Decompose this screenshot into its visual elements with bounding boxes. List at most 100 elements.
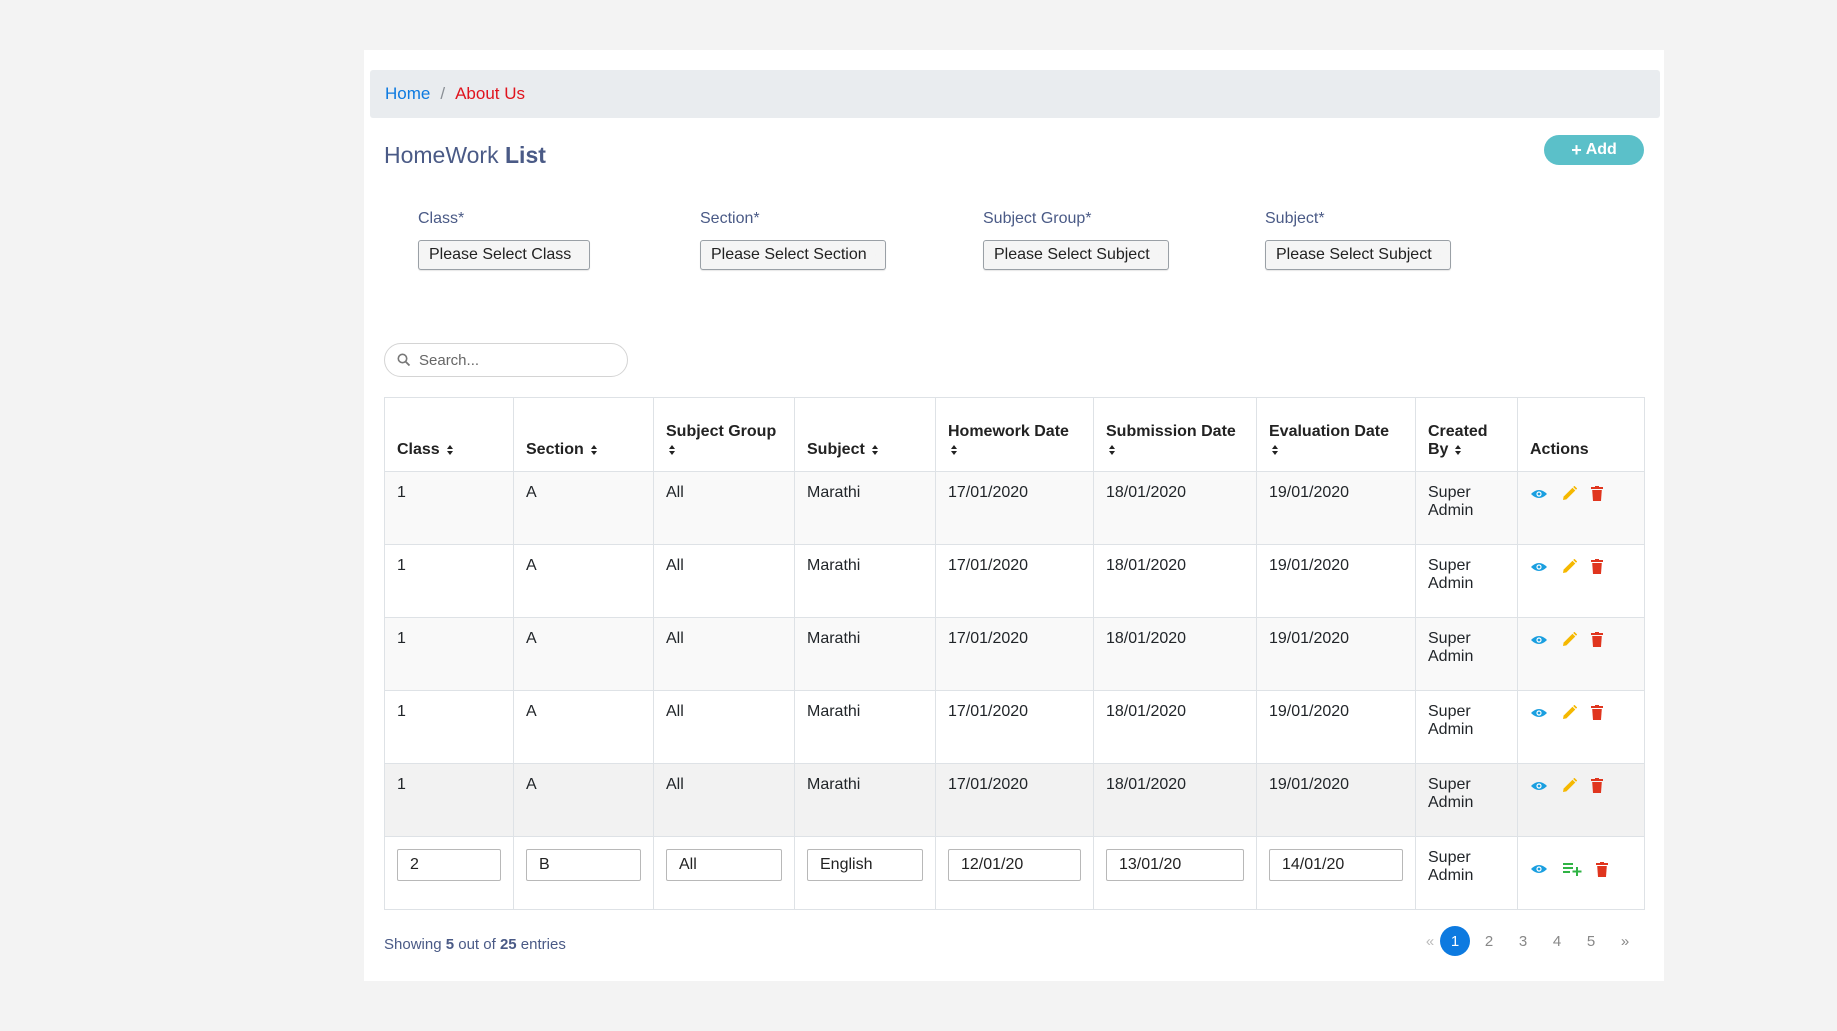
class-input[interactable] <box>397 849 501 881</box>
subject-select[interactable]: Please Select Subject <box>1265 240 1451 270</box>
cell-section: A <box>513 471 654 545</box>
sort-icon <box>871 444 878 455</box>
subject-group-select-value: Please Select Subject <box>994 246 1150 263</box>
table-row: 1 A All Marathi 17/01/2020 18/01/2020 19/01/20… <box>384 617 1645 691</box>
trash-icon[interactable] <box>1591 632 1603 647</box>
sort-icon <box>669 444 675 455</box>
table-row: 1 A All Marathi 17/01/2020 18/01/2020 19/01/20… <box>384 690 1645 764</box>
sort-icon <box>1272 444 1278 455</box>
section-select[interactable]: Please Select Section <box>700 240 886 270</box>
subject-select-value: Please Select Subject <box>1276 246 1432 263</box>
eye-icon[interactable] <box>1530 488 1548 500</box>
subject-group-select[interactable]: Please Select Subject <box>983 240 1169 270</box>
filter-class: Class* Please Select Class <box>418 210 590 270</box>
section-select-value: Please Select Section <box>711 246 867 263</box>
filter-subject-label: Subject* <box>1265 210 1325 227</box>
pagination-next[interactable]: » <box>1610 926 1640 956</box>
cell-subject: Marathi <box>794 471 936 545</box>
breadcrumb-home-link[interactable]: Home <box>385 84 430 104</box>
column-header-evaluation-date[interactable]: Evaluation Date <box>1256 397 1416 472</box>
subject-group-input[interactable] <box>666 849 782 881</box>
pagination-page-1[interactable]: 1 <box>1440 926 1470 956</box>
eye-icon[interactable] <box>1530 707 1548 719</box>
cell-evaluation-date <box>1256 836 1416 910</box>
add-button[interactable]: + Add <box>1544 135 1644 165</box>
column-header-subject[interactable]: Subject <box>794 397 936 472</box>
pagination-page-4[interactable]: 4 <box>1542 926 1572 956</box>
cell-section: A <box>513 544 654 618</box>
cell-homework-date: 17/01/2020 <box>935 471 1094 545</box>
sort-icon <box>1455 444 1462 455</box>
breadcrumb-current: About Us <box>455 84 526 103</box>
trash-icon[interactable] <box>1591 705 1603 720</box>
pagination-page-2[interactable]: 2 <box>1474 926 1504 956</box>
page-title: HomeWork List <box>384 142 546 169</box>
trash-icon[interactable] <box>1591 559 1603 574</box>
cell-class: 1 <box>384 544 514 618</box>
class-select-value: Please Select Class <box>429 246 572 263</box>
trash-icon[interactable] <box>1596 861 1608 877</box>
column-header-label: Subject Group <box>666 423 777 440</box>
column-header-label: Subject <box>807 441 865 458</box>
sort-icon <box>590 444 597 455</box>
cell-homework-date: 17/01/2020 <box>935 544 1094 618</box>
cell-submission-date: 18/01/2020 <box>1093 544 1257 618</box>
column-header-submission-date[interactable]: Submission Date <box>1093 397 1257 472</box>
eye-icon[interactable] <box>1530 780 1548 792</box>
evaluation-date-input[interactable] <box>1269 849 1403 881</box>
submission-date-input[interactable] <box>1106 849 1244 881</box>
column-header-homework-date[interactable]: Homework Date <box>935 397 1094 472</box>
search-box[interactable] <box>384 343 628 377</box>
pencil-icon[interactable] <box>1562 486 1577 501</box>
column-header-label: Section <box>526 441 584 458</box>
pencil-icon[interactable] <box>1562 632 1577 647</box>
cell-homework-date: 17/01/2020 <box>935 763 1094 837</box>
breadcrumb: Home / About Us <box>370 70 1660 118</box>
cell-class: 1 <box>384 763 514 837</box>
pagination-page-5[interactable]: 5 <box>1576 926 1606 956</box>
page-title-normal: HomeWork <box>384 142 505 168</box>
playlist-add-icon[interactable] <box>1562 861 1582 877</box>
filter-subject: Subject* Please Select Subject <box>1265 210 1451 270</box>
cell-created-by: Super Admin <box>1415 544 1518 618</box>
cell-submission-date <box>1093 836 1257 910</box>
cell-homework-date: 17/01/2020 <box>935 617 1094 691</box>
eye-icon[interactable] <box>1530 634 1548 646</box>
column-header-label: Homework Date <box>948 423 1069 440</box>
cell-created-by: Super Admin <box>1415 471 1518 545</box>
column-header-created-by[interactable]: Created By <box>1415 397 1518 472</box>
column-header-subject-group[interactable]: Subject Group <box>653 397 795 472</box>
column-header-class[interactable]: Class <box>384 397 514 472</box>
pencil-icon[interactable] <box>1562 705 1577 720</box>
pagination-page-3[interactable]: 3 <box>1508 926 1538 956</box>
column-header-section[interactable]: Section <box>513 397 654 472</box>
page-title-bold: List <box>505 142 546 168</box>
table-header-row: Class Section Subject Group Subject Home… <box>384 397 1645 472</box>
cell-created-by: Super Admin <box>1415 836 1518 910</box>
cell-class: 1 <box>384 471 514 545</box>
entries-suffix: entries <box>516 936 566 953</box>
cell-actions <box>1517 471 1645 545</box>
filter-class-label: Class* <box>418 210 465 227</box>
section-input[interactable] <box>526 849 641 881</box>
cell-subject <box>794 836 936 910</box>
eye-icon[interactable] <box>1530 561 1548 573</box>
cell-class: 1 <box>384 617 514 691</box>
homework-card: Home / About Us HomeWork List + Add Clas… <box>364 50 1664 981</box>
cell-actions <box>1517 763 1645 837</box>
trash-icon[interactable] <box>1591 486 1603 501</box>
class-select[interactable]: Please Select Class <box>418 240 590 270</box>
homework-date-input[interactable] <box>948 849 1081 881</box>
cell-subject-group: All <box>653 690 795 764</box>
trash-icon[interactable] <box>1591 778 1603 793</box>
pencil-icon[interactable] <box>1562 559 1577 574</box>
pencil-icon[interactable] <box>1562 778 1577 793</box>
entries-prefix: Showing <box>384 936 446 953</box>
pagination-prev[interactable]: « <box>1424 926 1436 956</box>
cell-created-by: Super Admin <box>1415 617 1518 691</box>
cell-evaluation-date: 19/01/2020 <box>1256 617 1416 691</box>
sort-icon <box>1109 444 1115 455</box>
search-input[interactable] <box>419 351 609 369</box>
eye-icon[interactable] <box>1530 863 1548 875</box>
subject-input[interactable] <box>807 849 923 881</box>
